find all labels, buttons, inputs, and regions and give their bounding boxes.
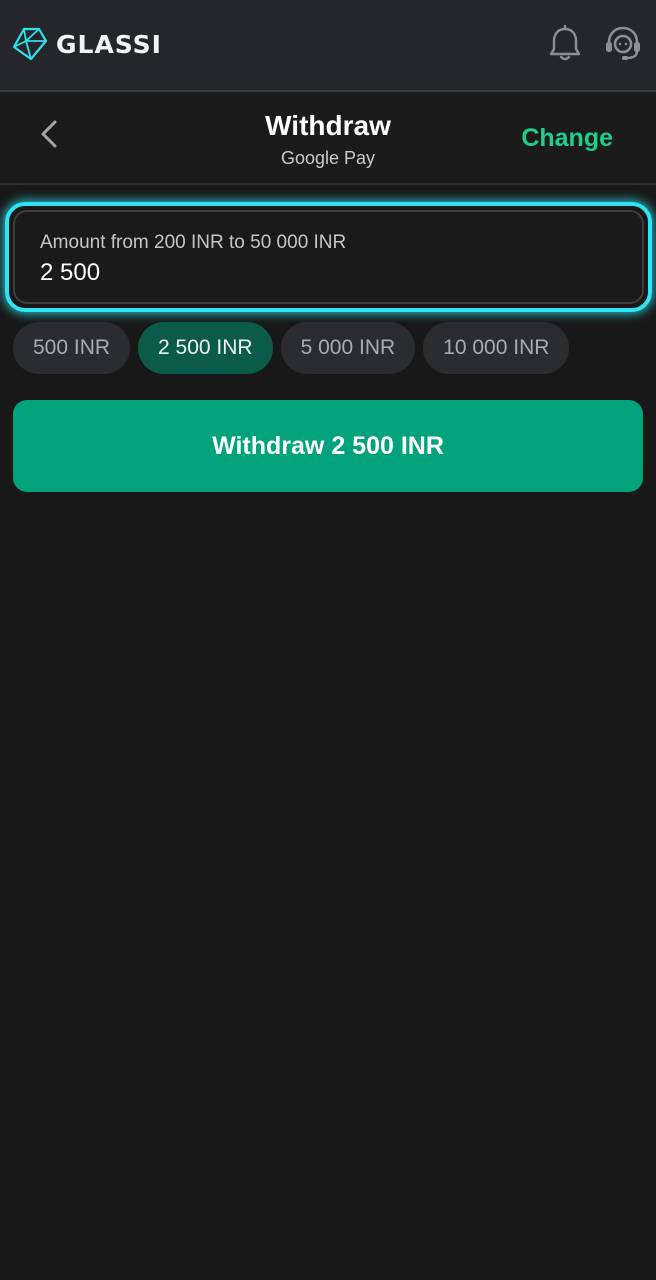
amount-field[interactable]: Amount from 200 INR to 50 000 INR [13,210,644,304]
brand-logo[interactable]: GLASSI [12,26,162,62]
preset-chip-10000[interactable]: 10 000 INR [423,322,570,374]
page-header: Withdraw Google Pay Change [0,92,656,185]
bell-icon[interactable] [545,24,585,64]
amount-field-label: Amount from 200 INR to 50 000 INR [40,232,347,253]
headset-icon[interactable] [603,24,643,64]
preset-chip-2500[interactable]: 2 500 INR [138,322,273,374]
preset-chip-500[interactable]: 500 INR [13,322,131,374]
diamond-icon [12,27,48,61]
brand-name: GLASSI [56,29,162,59]
amount-field-focus-ring: Amount from 200 INR to 50 000 INR [5,202,652,312]
preset-chip-5000[interactable]: 5 000 INR [280,322,416,374]
amount-input[interactable] [40,256,620,290]
top-bar: GLASSI [0,0,656,92]
withdraw-button[interactable]: Withdraw 2 500 INR [13,400,643,492]
amount-presets: 500 INR 2 500 INR 5 000 INR 10 000 INR [13,322,570,374]
change-method-button[interactable]: Change [521,124,613,153]
